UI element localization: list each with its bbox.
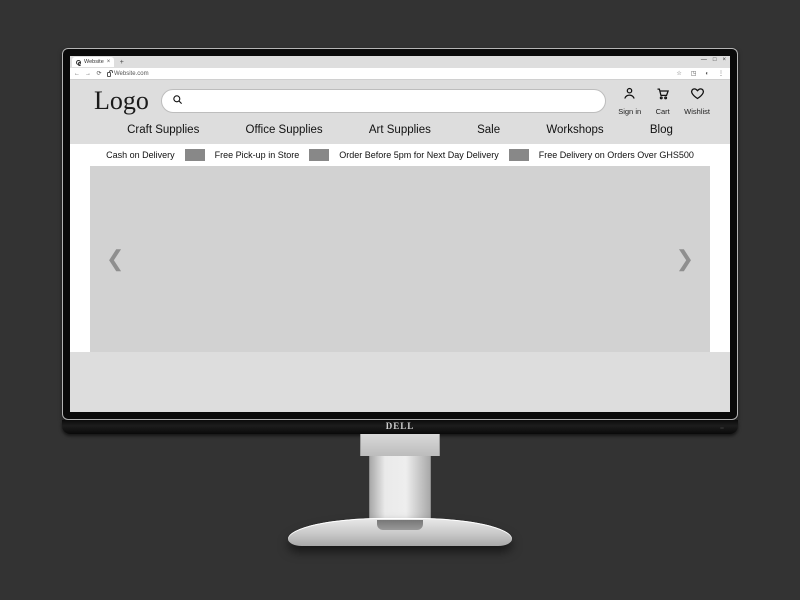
usp-freedel: Free Delivery on Orders Over GHS500: [529, 150, 704, 160]
site-header: Logo: [70, 80, 730, 120]
url-text: Website.com: [114, 71, 149, 77]
person-icon: [622, 86, 637, 106]
cart-label: Cart: [656, 107, 670, 116]
search-box[interactable]: [161, 89, 606, 113]
usp-cod: Cash on Delivery: [96, 150, 185, 160]
sign-in-link[interactable]: Sign in: [618, 86, 641, 116]
monitor-stand-notch: [377, 520, 423, 530]
browser-tab[interactable]: Website ×: [72, 57, 114, 67]
star-icon[interactable]: ☆: [674, 70, 683, 77]
carousel-next-button[interactable]: ❯: [676, 246, 694, 272]
browser-menu-button[interactable]: ⋮: [716, 70, 726, 77]
address-bar[interactable]: Website.com: [107, 71, 669, 77]
hero-carousel: ❮ ❯: [90, 166, 710, 352]
nav-sale[interactable]: Sale: [477, 124, 500, 136]
new-tab-button[interactable]: +: [118, 59, 125, 66]
nav-forward-button[interactable]: →: [85, 71, 91, 77]
hero-section: ❮ ❯: [70, 166, 730, 352]
window-close-button[interactable]: ×: [722, 57, 726, 63]
divider: [309, 149, 329, 161]
page-content: Logo: [70, 80, 730, 412]
chevron-right-icon: ❯: [676, 246, 694, 271]
window-maximize-button[interactable]: □: [713, 57, 717, 63]
nav-blog[interactable]: Blog: [650, 124, 673, 136]
close-icon[interactable]: ×: [107, 59, 111, 65]
nav-back-button[interactable]: ←: [74, 71, 80, 77]
tab-title: Website: [84, 59, 104, 65]
usp-pickup: Free Pick-up in Store: [205, 150, 310, 160]
search-input[interactable]: [189, 96, 595, 107]
divider: [509, 149, 529, 161]
monitor-neck: [369, 456, 431, 520]
primary-nav: Craft Supplies Office Supplies Art Suppl…: [70, 120, 730, 144]
browser-tabstrip: Website × + ― □ ×: [70, 56, 730, 68]
usp-nextday: Order Before 5pm for Next Day Delivery: [329, 150, 509, 160]
profile-avatar-icon[interactable]: ◐: [703, 71, 711, 77]
wishlist-link[interactable]: Wishlist: [684, 86, 710, 116]
monitor-brand-logo: DELL: [386, 421, 415, 431]
monitor-bezel: Website × + ― □ × ← → ⟳ Website.com ☆ ◳ …: [62, 48, 738, 420]
lock-icon: [107, 72, 111, 77]
wishlist-label: Wishlist: [684, 107, 710, 116]
search-icon: [172, 92, 183, 110]
window-minimize-button[interactable]: ―: [701, 57, 707, 63]
cart-icon: [655, 86, 670, 106]
nav-workshops[interactable]: Workshops: [546, 124, 603, 136]
power-led: [720, 427, 724, 429]
nav-craft-supplies[interactable]: Craft Supplies: [127, 124, 199, 136]
nav-art-supplies[interactable]: Art Supplies: [369, 124, 431, 136]
site-logo[interactable]: Logo: [94, 86, 149, 116]
sign-in-label: Sign in: [618, 107, 641, 116]
globe-icon: [76, 60, 81, 65]
monitor-neck: [360, 434, 440, 456]
browser-toolbar: ← → ⟳ Website.com ☆ ◳ ◐ ⋮: [70, 68, 730, 80]
account-links: Sign in Cart: [618, 86, 710, 116]
chevron-left-icon: ❮: [106, 246, 124, 271]
extension-icon[interactable]: ◳: [689, 70, 699, 77]
carousel-prev-button[interactable]: ❮: [106, 246, 124, 272]
divider: [185, 149, 205, 161]
cart-link[interactable]: Cart: [655, 86, 670, 116]
heart-icon: [690, 86, 705, 106]
nav-reload-button[interactable]: ⟳: [96, 70, 102, 77]
usp-bar: Cash on Delivery Free Pick-up in Store O…: [70, 144, 730, 166]
nav-office-supplies[interactable]: Office Supplies: [246, 124, 323, 136]
screen: Website × + ― □ × ← → ⟳ Website.com ☆ ◳ …: [70, 56, 730, 412]
